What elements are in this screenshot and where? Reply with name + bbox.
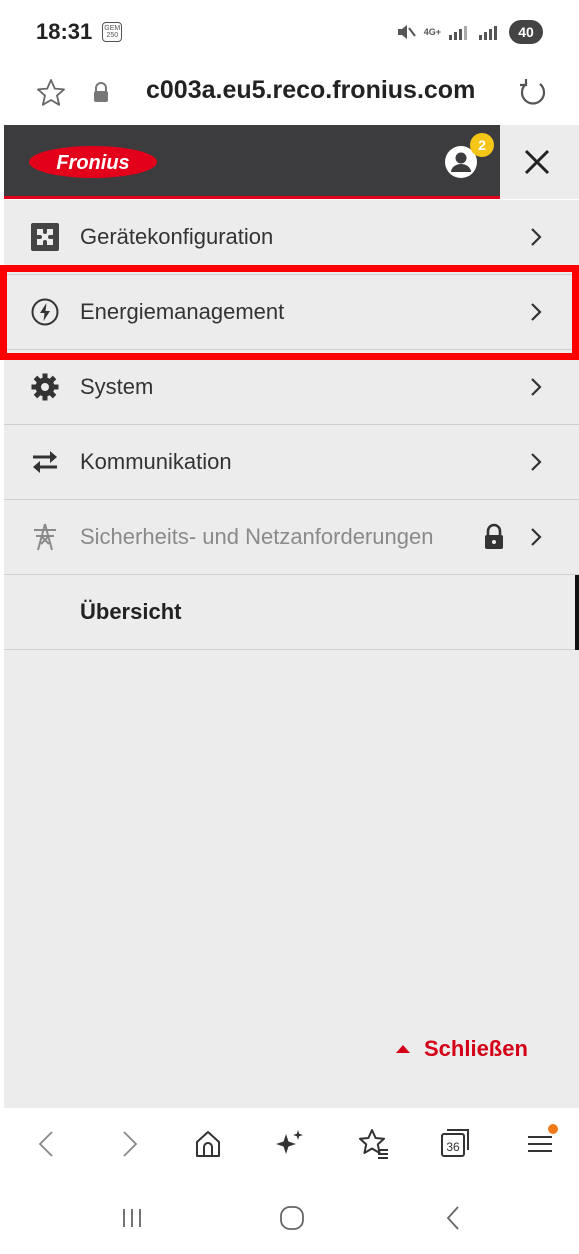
svg-text:36: 36 — [446, 1140, 460, 1154]
chevron-right-icon — [531, 528, 542, 546]
back-icon[interactable] — [30, 1126, 66, 1162]
transfer-arrows-icon — [33, 451, 57, 473]
lock-icon — [485, 523, 503, 549]
chevron-right-icon — [531, 453, 542, 471]
browser-toolbar: 36 — [0, 1108, 579, 1182]
menu-item-uebersicht[interactable]: Übersicht — [4, 575, 579, 650]
puzzle-icon — [31, 223, 59, 251]
forward-icon[interactable] — [110, 1126, 146, 1162]
secure-lock-icon — [94, 82, 108, 102]
mute-icon — [397, 25, 416, 39]
menu-item-kommunikation[interactable]: Kommunikation — [4, 425, 579, 500]
sparkle-icon[interactable] — [272, 1126, 308, 1162]
chevron-right-icon — [531, 303, 542, 321]
battery-icon: 40 — [509, 20, 543, 44]
signal-icon — [449, 26, 467, 40]
energy-icon — [31, 298, 59, 326]
menu-notification-dot — [548, 1124, 558, 1134]
fronius-logo: Fronius — [29, 146, 157, 178]
home-icon[interactable] — [190, 1126, 226, 1162]
url-field[interactable]: c003a.eu5.reco.fronius.com — [146, 76, 475, 105]
menu-item-label: Übersicht — [80, 599, 182, 624]
bookmarks-icon[interactable] — [356, 1126, 392, 1162]
app-header: Fronius 2 — [4, 125, 500, 199]
power-pylon-icon — [34, 523, 56, 551]
status-indicators: 4G+ 40 — [396, 20, 543, 44]
signal-icon-2 — [479, 26, 497, 40]
status-bar: 18:31 GEM 250 4G+ 40 — [0, 0, 579, 64]
svg-text:Fronius: Fronius — [56, 152, 129, 174]
menu-item-energiemanagement[interactable]: Energiemanagement — [4, 275, 579, 350]
active-indicator — [575, 575, 579, 650]
system-navigation-bar — [0, 1182, 579, 1254]
status-time: 18:31 — [36, 19, 93, 44]
menu-item-geraetekonfiguration[interactable]: Gerätekonfiguration — [4, 200, 579, 275]
menu-item-sicherheits-netzanforderungen[interactable]: Sicherheits- und Netzanforderungen — [4, 500, 579, 575]
notification-icon: GEM 250 — [102, 22, 123, 42]
menu-item-label: Gerätekonfiguration — [80, 224, 274, 249]
system-back-icon[interactable] — [438, 1202, 470, 1234]
home-button-icon[interactable] — [276, 1202, 308, 1234]
notification-badge: 2 — [470, 133, 494, 157]
close-menu-button[interactable] — [500, 125, 579, 199]
menu-item-label: Sicherheits- und Netzanforderungen — [80, 524, 434, 549]
caret-up-icon — [396, 1045, 410, 1053]
menu-item-label: Kommunikation — [80, 449, 232, 474]
chevron-right-icon — [531, 228, 542, 246]
bookmark-star-icon[interactable] — [36, 78, 66, 108]
schliessen-label: Schließen — [424, 1036, 528, 1061]
chevron-right-icon — [531, 378, 542, 396]
navigation-menu: Gerätekonfiguration Energiemanagement Sy… — [4, 200, 579, 1108]
menu-item-label: Energiemanagement — [80, 299, 285, 324]
address-bar: c003a.eu5.reco.fronius.com — [0, 64, 579, 124]
network-type: 4G+ — [423, 27, 441, 37]
schliessen-button[interactable]: Schließen — [396, 1036, 528, 1062]
close-icon[interactable] — [522, 147, 552, 177]
gear-icon — [31, 373, 59, 401]
recent-apps-icon[interactable] — [116, 1202, 148, 1234]
menu-item-system[interactable]: System — [4, 350, 579, 425]
tabs-icon[interactable]: 36 — [440, 1128, 470, 1158]
menu-item-label: System — [80, 374, 154, 399]
reload-icon[interactable] — [516, 76, 550, 110]
